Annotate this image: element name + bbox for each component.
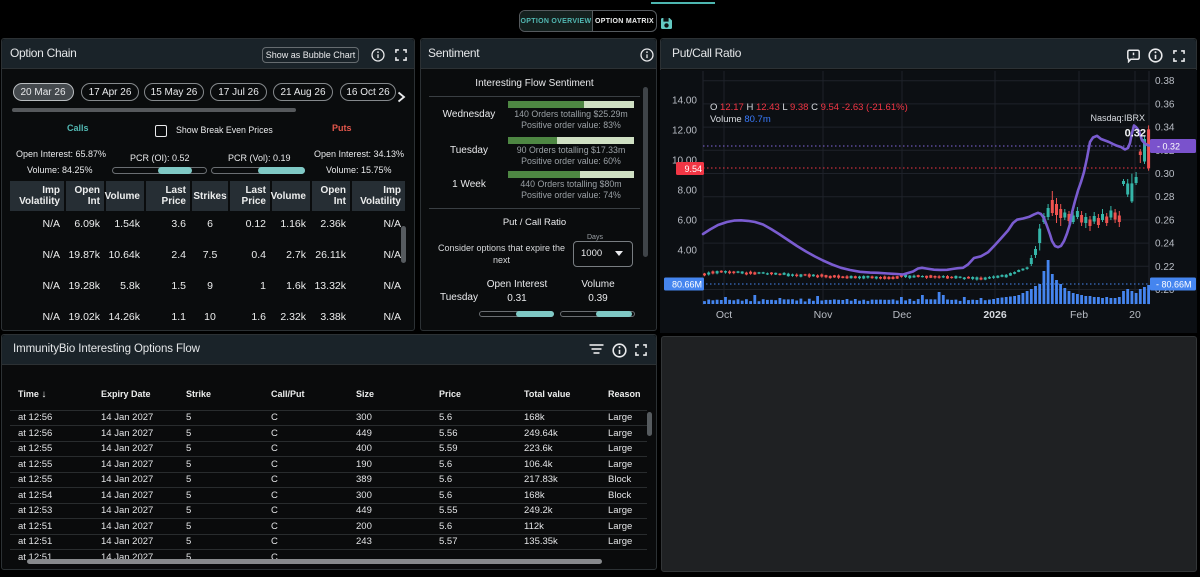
svg-text:12.00: 12.00 <box>672 126 697 137</box>
svg-text:4.00: 4.00 <box>678 246 698 257</box>
svg-text:0.36: 0.36 <box>1155 99 1175 110</box>
svg-text:14.00: 14.00 <box>672 96 697 107</box>
svg-text:- 80.66M: - 80.66M <box>1156 279 1192 289</box>
svg-text:9.54: 9.54 <box>684 164 702 174</box>
svg-text:Oct: Oct <box>716 309 732 321</box>
svg-text:0.30: 0.30 <box>1155 169 1175 180</box>
svg-text:0.38: 0.38 <box>1155 76 1175 87</box>
svg-text:8.00: 8.00 <box>678 186 698 197</box>
svg-text:0.26: 0.26 <box>1155 215 1175 226</box>
svg-text:80.66M: 80.66M <box>672 279 702 289</box>
svg-text:0.22: 0.22 <box>1155 262 1175 273</box>
svg-text:Nasdaq:IBRX: Nasdaq:IBRX <box>1090 113 1145 123</box>
svg-text:- 0.32: - 0.32 <box>1157 142 1180 152</box>
svg-text:O 12.17 H 12.43 L 9.38 C 9.: O 12.17 H 12.43 L 9.38 C 9.54 -2.63 (-21… <box>710 102 908 113</box>
svg-text:Dec: Dec <box>893 309 912 321</box>
svg-text:Volume 80.7m: Volume 80.7m <box>710 114 771 125</box>
svg-text:20: 20 <box>1129 309 1141 321</box>
svg-text:0.34: 0.34 <box>1155 123 1175 134</box>
svg-text:Nov: Nov <box>814 309 833 321</box>
svg-text:2026: 2026 <box>983 309 1007 321</box>
svg-text:6.00: 6.00 <box>678 216 698 227</box>
svg-text:0.32: 0.32 <box>1125 128 1146 140</box>
svg-text:0.28: 0.28 <box>1155 192 1175 203</box>
svg-text:0.24: 0.24 <box>1155 239 1175 250</box>
svg-text:Feb: Feb <box>1070 309 1088 321</box>
